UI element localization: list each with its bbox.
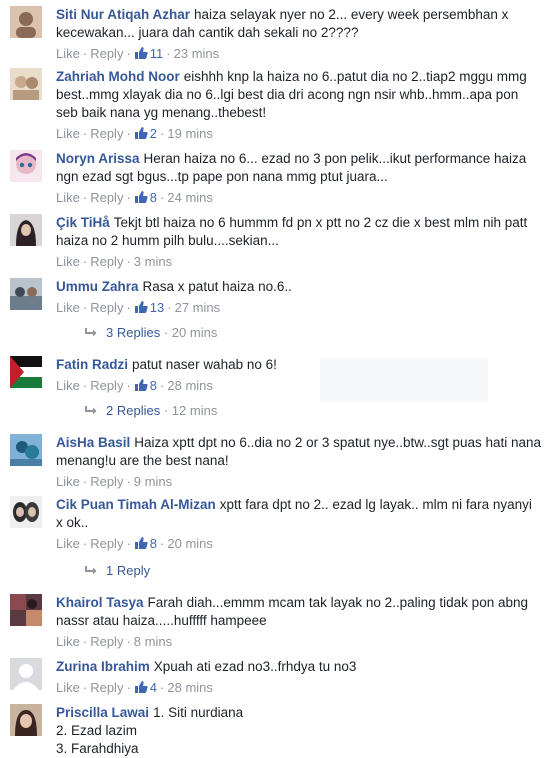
thumbs-up-icon [134,681,148,693]
comment-actions: Like · Reply · 4 · 28 mins [56,680,213,695]
avatar[interactable] [10,150,42,182]
reply-link[interactable]: Reply [90,254,123,269]
comment-author[interactable]: Noryn Arissa [56,151,140,166]
like-count[interactable]: 8 [134,536,157,551]
comment-list: Siti Nur Atiqah Azhar haiza selayak nyer … [0,0,550,756]
comment-time[interactable]: 19 mins [167,126,213,141]
reply-link[interactable]: Reply [90,474,123,489]
comment-author[interactable]: Priscilla Lawai [56,705,149,720]
comment-text: Xpuah ati ezad no3..frhdya tu no3 [153,659,357,674]
thumbs-up-icon [134,379,148,391]
reply-arrow-icon [85,566,97,575]
comment-text-line: 3. Farahdhiya [56,741,139,756]
comment-time[interactable]: 23 mins [174,46,220,61]
like-link[interactable]: Like [56,46,80,61]
like-count[interactable]: 8 [134,378,157,393]
thumbs-up-icon [134,127,148,139]
avatar[interactable] [10,594,42,626]
reply-link[interactable]: Reply [90,126,123,141]
comment-time[interactable]: 28 mins [167,680,213,695]
avatar[interactable] [10,214,42,246]
comment-actions: Like · Reply · 8 · 24 mins [56,190,213,205]
comment-author[interactable]: Çik TiHå [56,215,110,230]
avatar[interactable] [10,356,42,388]
like-link[interactable]: Like [56,190,80,205]
comment-actions: Like · Reply · 8 mins [56,634,173,649]
view-replies-link[interactable]: 1 Reply [84,563,150,578]
comment-time[interactable]: 20 mins [167,536,213,551]
avatar[interactable] [10,278,42,310]
thumbs-up-icon [134,191,148,203]
comment-actions: Like · Reply · 2 · 19 mins [56,126,213,141]
comment-time[interactable]: 3 mins [134,254,172,269]
view-replies-link[interactable]: 3 Replies · 20 mins [84,325,217,340]
comment-time[interactable]: 28 mins [167,378,213,393]
like-link[interactable]: Like [56,126,80,141]
avatar[interactable] [10,434,42,466]
comment-author[interactable]: Ummu Zahra [56,279,139,294]
avatar[interactable] [10,496,42,528]
comment-author[interactable]: AisHa Basil [56,435,130,450]
comment-actions: Like · Reply · 8 · 28 mins [56,378,213,393]
comment-author[interactable]: Siti Nur Atiqah Azhar [56,7,190,22]
avatar[interactable] [10,704,42,736]
comment-actions: Like · Reply · 11 · 23 mins [56,46,220,61]
reply-link[interactable]: Reply [90,190,123,205]
like-count[interactable]: 11 [134,46,163,61]
avatar[interactable] [10,6,42,38]
like-link[interactable]: Like [56,474,80,489]
like-link[interactable]: Like [56,634,80,649]
reply-arrow-icon [85,328,97,337]
like-count[interactable]: 13 [134,300,164,315]
thumbs-up-icon [134,301,148,313]
like-link[interactable]: Like [56,378,80,393]
comment-author[interactable]: Fatin Radzi [56,357,128,372]
like-count[interactable]: 4 [134,680,157,695]
avatar[interactable] [10,658,42,690]
like-link[interactable]: Like [56,254,80,269]
comment-author[interactable]: Khairol Tasya [56,595,144,610]
comment-author[interactable]: Zahriah Mohd Noor [56,69,180,84]
thumbs-up-icon [134,537,148,549]
reply-link[interactable]: Reply [90,536,123,551]
comment-text: patut naser wahab no 6! [132,357,277,372]
reply-link[interactable]: Reply [90,46,123,61]
comment-actions: Like · Reply · 3 mins [56,254,173,269]
comment-actions: Like · Reply · 8 · 20 mins [56,536,213,551]
reply-link[interactable]: Reply [90,300,123,315]
like-count[interactable]: 2 [134,126,157,141]
like-link[interactable]: Like [56,300,80,315]
reply-link[interactable]: Reply [90,634,123,649]
comment-actions: Like · Reply · 9 mins [56,474,173,489]
like-count[interactable]: 8 [134,190,157,205]
like-link[interactable]: Like [56,536,80,551]
comment-actions: Like · Reply · 13 · 27 mins [56,300,221,315]
comment-text-line: 1. Siti nurdiana [153,705,244,720]
comment-time[interactable]: 9 mins [134,474,172,489]
comment-text: Tekjt btl haiza no 6 hummm fd pn x ptt n… [56,215,528,248]
comment-text-line: 2. Ezad lazim [56,723,138,738]
comment-time[interactable]: 27 mins [175,300,221,315]
view-replies-link[interactable]: 2 Replies · 12 mins [84,403,217,418]
comment-author[interactable]: Cik Puan Timah Al-Mizan [56,497,216,512]
reply-arrow-icon [85,406,97,415]
comment-text: Rasa x patut haiza no.6.. [142,279,292,294]
thumbs-up-icon [134,47,148,59]
comment-time[interactable]: 24 mins [167,190,213,205]
avatar[interactable] [10,68,42,100]
comment-time[interactable]: 8 mins [134,634,172,649]
reply-link[interactable]: Reply [90,680,123,695]
reply-link[interactable]: Reply [90,378,123,393]
comment-author[interactable]: Zurina Ibrahim [56,659,150,674]
like-link[interactable]: Like [56,680,80,695]
